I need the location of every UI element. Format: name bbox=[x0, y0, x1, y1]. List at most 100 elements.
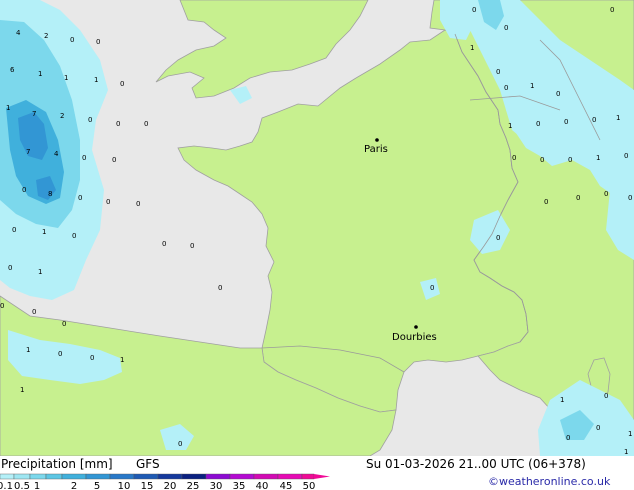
precip-amount-label: 0 bbox=[8, 264, 12, 272]
precip-amount-label: 1 bbox=[20, 386, 24, 394]
precip-amount-label: 0 bbox=[70, 36, 74, 44]
precip-amount-label: 0 bbox=[218, 284, 222, 292]
precip-amount-label: 1 bbox=[616, 114, 620, 122]
legend-label: 20 bbox=[164, 481, 177, 490]
legend-label: 2 bbox=[71, 481, 77, 490]
legend-color-box bbox=[45, 473, 63, 480]
precip-amount-label: 0 bbox=[596, 424, 600, 432]
precip-amount-label: 0 bbox=[566, 434, 570, 442]
legend-label: 1 bbox=[34, 481, 40, 490]
dourbies-label: Dourbies bbox=[392, 332, 437, 343]
precip-amount-label: 0 bbox=[544, 198, 548, 206]
precip-amount-label: 2 bbox=[60, 112, 64, 120]
precip-amount-label: 0 bbox=[62, 320, 66, 328]
precip-amount-label: 0 bbox=[120, 80, 124, 88]
legend-label: 45 bbox=[280, 481, 293, 490]
precip-amount-label: 0 bbox=[604, 392, 608, 400]
precip-amount-label: 0 bbox=[624, 152, 628, 160]
valid-datetime: Su 01-03-2026 21..00 UTC (06+378) bbox=[366, 457, 586, 471]
legend-color-box bbox=[181, 473, 207, 480]
precip-amount-label: 0 bbox=[144, 120, 148, 128]
legend-label: 35 bbox=[233, 481, 246, 490]
dourbies-marker bbox=[414, 325, 418, 329]
legend-color-box bbox=[301, 473, 315, 480]
legend-color-box bbox=[29, 473, 47, 480]
precip-amount-label: 6 bbox=[10, 66, 15, 74]
precip-amount-label: 1 bbox=[470, 44, 474, 52]
precip-amount-label: 0 bbox=[88, 116, 92, 124]
precip-amount-label: 1 bbox=[6, 104, 10, 112]
precip-amount-label: 8 bbox=[48, 190, 52, 198]
legend-label: 0.5 bbox=[14, 481, 30, 490]
precip-amount-label: 7 bbox=[26, 148, 30, 156]
precip-amount-label: 1 bbox=[42, 228, 46, 236]
legend-label: 50 bbox=[303, 481, 316, 490]
precip-amount-label: 1 bbox=[628, 430, 632, 438]
precipitation-map: 4 2 0 0 6 1 1 1 0 1 7 2 0 0 0 7 4 0 0 0 8 0 0 0 0 1 0 0 0 0 1 0 0 0 0 1 0 0 1 1… bbox=[0, 0, 634, 457]
paris-marker bbox=[375, 138, 379, 142]
precip-amount-label: 0 bbox=[504, 84, 508, 92]
legend-label: 25 bbox=[187, 481, 200, 490]
legend-label: 10 bbox=[118, 481, 131, 490]
precip-amount-label: 0 bbox=[136, 200, 140, 208]
precip-amount-label: 0 bbox=[96, 38, 100, 46]
precip-amount-label: 0 bbox=[504, 24, 508, 32]
precip-amount-label: 1 bbox=[38, 70, 42, 78]
precip-amount-label: 0 bbox=[12, 226, 16, 234]
legend-label: 30 bbox=[210, 481, 223, 490]
precip-amount-label: 1 bbox=[94, 76, 98, 84]
precip-amount-label: 1 bbox=[530, 82, 534, 90]
precip-amount-label: 0 bbox=[536, 120, 540, 128]
precip-amount-label: 0 bbox=[472, 6, 476, 14]
precip-amount-label: 1 bbox=[560, 396, 564, 404]
legend-label: 40 bbox=[256, 481, 269, 490]
precip-amount-label: 0 bbox=[178, 440, 182, 448]
precip-amount-label: 0 bbox=[576, 194, 580, 202]
precip-amount-label: 0 bbox=[106, 198, 110, 206]
precip-amount-label: 0 bbox=[112, 156, 116, 164]
precip-amount-label: 4 bbox=[16, 29, 21, 37]
model-name: GFS bbox=[136, 457, 160, 471]
legend-color-box bbox=[13, 473, 31, 480]
precip-amount-label: 1 bbox=[508, 122, 512, 130]
precip-amount-label: 0 bbox=[496, 234, 500, 242]
precip-amount-label: 0 bbox=[82, 154, 86, 162]
precip-amount-label: 0 bbox=[58, 350, 62, 358]
legend-color-box bbox=[205, 473, 231, 480]
precip-amount-label: 0 bbox=[116, 120, 120, 128]
precip-amount-label: 0 bbox=[430, 284, 434, 292]
precip-amount-label: 0 bbox=[90, 354, 94, 362]
precip-amount-label: 0 bbox=[190, 242, 194, 250]
precip-amount-label: 0 bbox=[22, 186, 26, 194]
precip-amount-label: 0 bbox=[628, 194, 632, 202]
map-footer: Precipitation [mm] GFS Su 01-03-2026 21.… bbox=[0, 456, 634, 490]
precip-amount-label: 0 bbox=[72, 232, 76, 240]
precip-amount-label: 0 bbox=[162, 240, 166, 248]
legend-arrow bbox=[314, 474, 330, 479]
precip-legend: 0.1 0.5 1 2 5 10 15 20 25 30 35 40 45 50 bbox=[0, 473, 330, 490]
legend-label: 5 bbox=[94, 481, 100, 490]
precip-amount-label: 0 bbox=[496, 68, 500, 76]
precip-amount-label: 4 bbox=[54, 150, 59, 158]
precip-amount-label: 0 bbox=[564, 118, 568, 126]
legend-color-box bbox=[253, 473, 279, 480]
precip-amount-label: 0 bbox=[78, 194, 82, 202]
paris-label: Paris bbox=[364, 144, 388, 155]
precip-amount-label: 0 bbox=[512, 154, 516, 162]
legend-color-box bbox=[157, 473, 183, 480]
credit-link[interactable]: ©weatheronline.co.uk bbox=[488, 475, 610, 488]
legend-color-box bbox=[133, 473, 159, 480]
legend-label: 0.1 bbox=[0, 481, 13, 490]
precip-amount-label: 1 bbox=[120, 356, 124, 364]
legend-color-box bbox=[61, 473, 87, 480]
precip-amount-label: 0 bbox=[556, 90, 560, 98]
precip-amount-label: 0 bbox=[592, 116, 596, 124]
precip-amount-label: 1 bbox=[26, 346, 30, 354]
precip-amount-label: 0 bbox=[540, 156, 544, 164]
legend-color-box bbox=[85, 473, 111, 480]
legend-color-box bbox=[229, 473, 255, 480]
precip-amount-label: 7 bbox=[32, 110, 36, 118]
precip-amount-label: 0 bbox=[610, 6, 614, 14]
precip-amount-label: 1 bbox=[624, 448, 628, 456]
precip-amount-label: 2 bbox=[44, 32, 48, 40]
